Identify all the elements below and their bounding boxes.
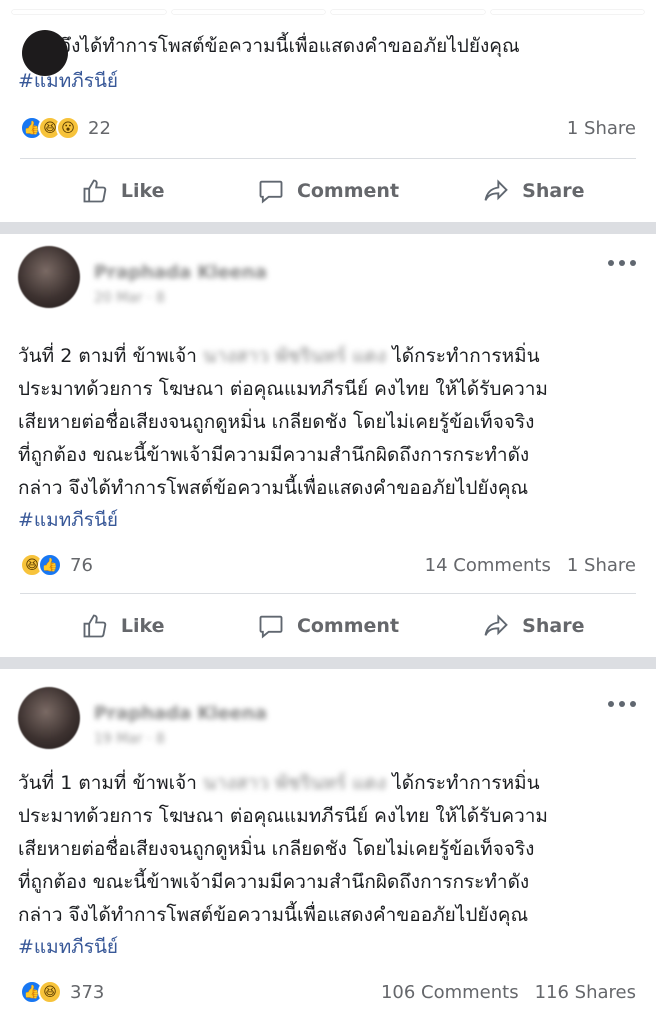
share-count[interactable]: 1 Share bbox=[567, 555, 636, 576]
share-count[interactable]: 1 Share bbox=[567, 118, 636, 139]
close-icon[interactable] bbox=[602, 34, 638, 70]
redacted-name: นางสาว พัชรินทร์ แดง bbox=[202, 345, 387, 367]
story-progress-segment bbox=[331, 10, 485, 14]
like-label: Like bbox=[120, 180, 165, 202]
post-actions: Like Comment Share bbox=[20, 594, 636, 658]
post-text: ประมาทด้วยการ โฆษณา ต่อคุณแมทภีรนีย์ คงไ… bbox=[18, 805, 548, 926]
thumbs-up-icon bbox=[83, 614, 107, 638]
author-name[interactable]: Praphada Kleena bbox=[94, 262, 267, 283]
post-text-line1: วันที่ 1 ตามที่ ข้าพเจ้า นางสาว พัชรินทร… bbox=[18, 767, 638, 800]
post-separator bbox=[0, 222, 656, 234]
thumbs-up-icon bbox=[83, 179, 107, 203]
share-button[interactable]: Share bbox=[431, 612, 636, 640]
comment-icon bbox=[259, 180, 283, 204]
more-options-icon[interactable] bbox=[608, 260, 636, 268]
share-count[interactable]: 116 Shares bbox=[535, 982, 636, 1003]
share-arrow-icon bbox=[484, 179, 508, 201]
story-progress-segment bbox=[171, 10, 325, 14]
comment-icon bbox=[259, 615, 283, 639]
author-name[interactable]: Praphada Kleena bbox=[94, 703, 267, 724]
reaction-icons[interactable]: 👍 😆 bbox=[20, 980, 62, 1004]
reaction-count[interactable]: 76 bbox=[70, 555, 93, 576]
post-text: ประมาทด้วยการ โฆษณา ต่อคุณแมทภีรนีย์ คงไ… bbox=[18, 378, 548, 499]
post-1: จึงได้ทำการโพสต์ข้อความนี้เพื่อแสดงคำขออ… bbox=[0, 0, 656, 222]
reaction-icons[interactable]: 😆 👍 bbox=[20, 553, 62, 577]
post-stats: 👍 😆 373 106 Comments 116 Shares bbox=[20, 974, 636, 1010]
share-label: Share bbox=[522, 180, 585, 202]
post-separator bbox=[0, 657, 656, 669]
post-2: Praphada Kleena 20 Mar · 8 วันที่ 2 ตามท… bbox=[0, 234, 656, 657]
like-button[interactable]: Like bbox=[20, 612, 225, 640]
comment-button[interactable]: Comment bbox=[225, 612, 430, 640]
wow-reaction-icon: 😮 bbox=[56, 116, 80, 140]
reaction-icons[interactable]: 👍 😆 😮 bbox=[20, 116, 80, 140]
comment-label: Comment bbox=[296, 180, 400, 202]
share-label: Share bbox=[522, 615, 585, 637]
more-options-icon[interactable] bbox=[608, 701, 636, 709]
hashtag-link[interactable]: #แมทภีรนีย์ bbox=[18, 932, 638, 962]
story-avatar[interactable] bbox=[22, 30, 68, 76]
story-username[interactable]: mamperance 23 มี.ค. bbox=[96, 42, 284, 69]
like-label: Like bbox=[120, 615, 165, 637]
post-text-prefix: วันที่ 2 ตามที่ ข้าพเจ้า bbox=[18, 345, 197, 367]
reaction-count[interactable]: 22 bbox=[88, 118, 111, 139]
post-text-line1: วันที่ 2 ตามที่ ข้าพเจ้า นางสาว พัชรินทร… bbox=[18, 340, 638, 373]
post-timestamp[interactable]: 19 Mar · 8 bbox=[94, 731, 165, 747]
post-header: Praphada Kleena 19 Mar · 8 bbox=[0, 669, 656, 749]
comment-count[interactable]: 106 Comments bbox=[381, 982, 519, 1003]
share-arrow-icon bbox=[484, 614, 508, 636]
post-stats: 👍 😆 😮 22 1 Share bbox=[20, 110, 636, 146]
haha-reaction-icon: 😆 bbox=[38, 980, 62, 1004]
reaction-count[interactable]: 373 bbox=[70, 982, 104, 1003]
comment-button[interactable]: Comment bbox=[225, 177, 430, 205]
post-text-prefix: วันที่ 1 ตามที่ ข้าพเจ้า bbox=[18, 772, 197, 794]
story-progress-bar bbox=[12, 10, 644, 14]
author-avatar[interactable] bbox=[18, 687, 80, 749]
redacted-name: นางสาว พัชรินทร์ แดง bbox=[202, 772, 387, 794]
story-progress-segment bbox=[12, 10, 166, 14]
hashtag-link[interactable]: #แมทภีรนีย์ bbox=[18, 505, 638, 535]
share-button[interactable]: Share bbox=[431, 177, 636, 205]
post-text-suffix: ได้กระทำการหมิ่น bbox=[392, 345, 540, 367]
post-actions: Like Comment Share bbox=[20, 159, 636, 223]
comment-count[interactable]: 14 Comments bbox=[425, 555, 551, 576]
post-header: Praphada Kleena 20 Mar · 8 bbox=[0, 234, 656, 308]
post-3: Praphada Kleena 19 Mar · 8 วันที่ 1 ตามท… bbox=[0, 669, 656, 1024]
like-reaction-icon: 👍 bbox=[38, 553, 62, 577]
story-progress-segment bbox=[490, 10, 644, 14]
like-button[interactable]: Like bbox=[20, 177, 225, 205]
author-avatar[interactable] bbox=[18, 246, 80, 308]
comment-label: Comment bbox=[296, 615, 400, 637]
post-stats: 😆 👍 76 14 Comments 1 Share bbox=[20, 547, 636, 583]
post-text-suffix: ได้กระทำการหมิ่น bbox=[392, 772, 540, 794]
post-timestamp[interactable]: 20 Mar · 8 bbox=[94, 290, 165, 306]
